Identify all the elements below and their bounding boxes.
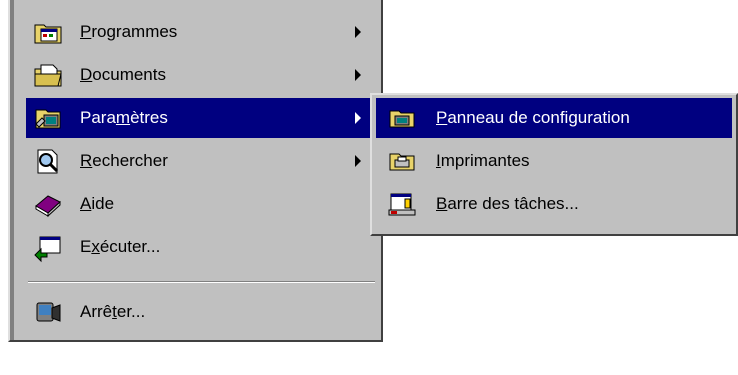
settings-submenu: Panneau de configuration Imprimantes Bar… (370, 93, 738, 236)
submenu-item-imprimantes[interactable]: Imprimantes (376, 141, 732, 181)
submenu-arrow-icon (355, 155, 361, 167)
menu-item-executer[interactable]: Exécuter... (26, 227, 377, 267)
menu-item-aide[interactable]: Aide (26, 184, 377, 224)
settings-icon (32, 102, 64, 134)
menu-item-documents[interactable]: Documents (26, 55, 377, 95)
submenu-arrow-icon (355, 112, 361, 124)
help-book-icon (32, 188, 64, 220)
menu-item-arreter[interactable]: Arrêter... (26, 292, 377, 332)
submenu-arrow-icon (355, 26, 361, 38)
shutdown-icon (32, 296, 64, 328)
run-icon (32, 231, 64, 263)
menu-separator (28, 281, 375, 283)
control-panel-icon (388, 104, 416, 132)
menu-item-label: Programmes (80, 22, 178, 41)
programs-folder-icon (32, 16, 64, 48)
menu-item-label: Rechercher (80, 151, 168, 170)
menu-item-label: Documents (80, 65, 166, 84)
menu-item-label: Exécuter... (80, 237, 161, 256)
menu-item-rechercher[interactable]: Rechercher (26, 141, 377, 181)
submenu-item-barre-des-taches[interactable]: Barre des tâches... (376, 184, 732, 224)
menu-item-label: Aide (80, 194, 115, 213)
find-icon (32, 145, 64, 177)
menu-item-programmes[interactable]: Programmes (26, 12, 377, 52)
menu-item-parametres[interactable]: Paramètres (26, 98, 377, 138)
menu-item-label: Arrêter... (80, 302, 146, 321)
taskbar-icon (388, 190, 416, 218)
submenu-item-panneau-de-configuration[interactable]: Panneau de configuration (376, 98, 732, 138)
submenu-item-label: Panneau de configuration (436, 108, 630, 127)
submenu-item-label: Imprimantes (436, 151, 530, 170)
start-menu: Programmes Documents Paramètres Recherch… (8, 0, 383, 342)
documents-folder-icon (32, 59, 64, 91)
submenu-item-label: Barre des tâches... (436, 194, 579, 213)
menu-item-label: Paramètres (80, 108, 168, 127)
printers-icon (388, 147, 416, 175)
submenu-arrow-icon (355, 69, 361, 81)
